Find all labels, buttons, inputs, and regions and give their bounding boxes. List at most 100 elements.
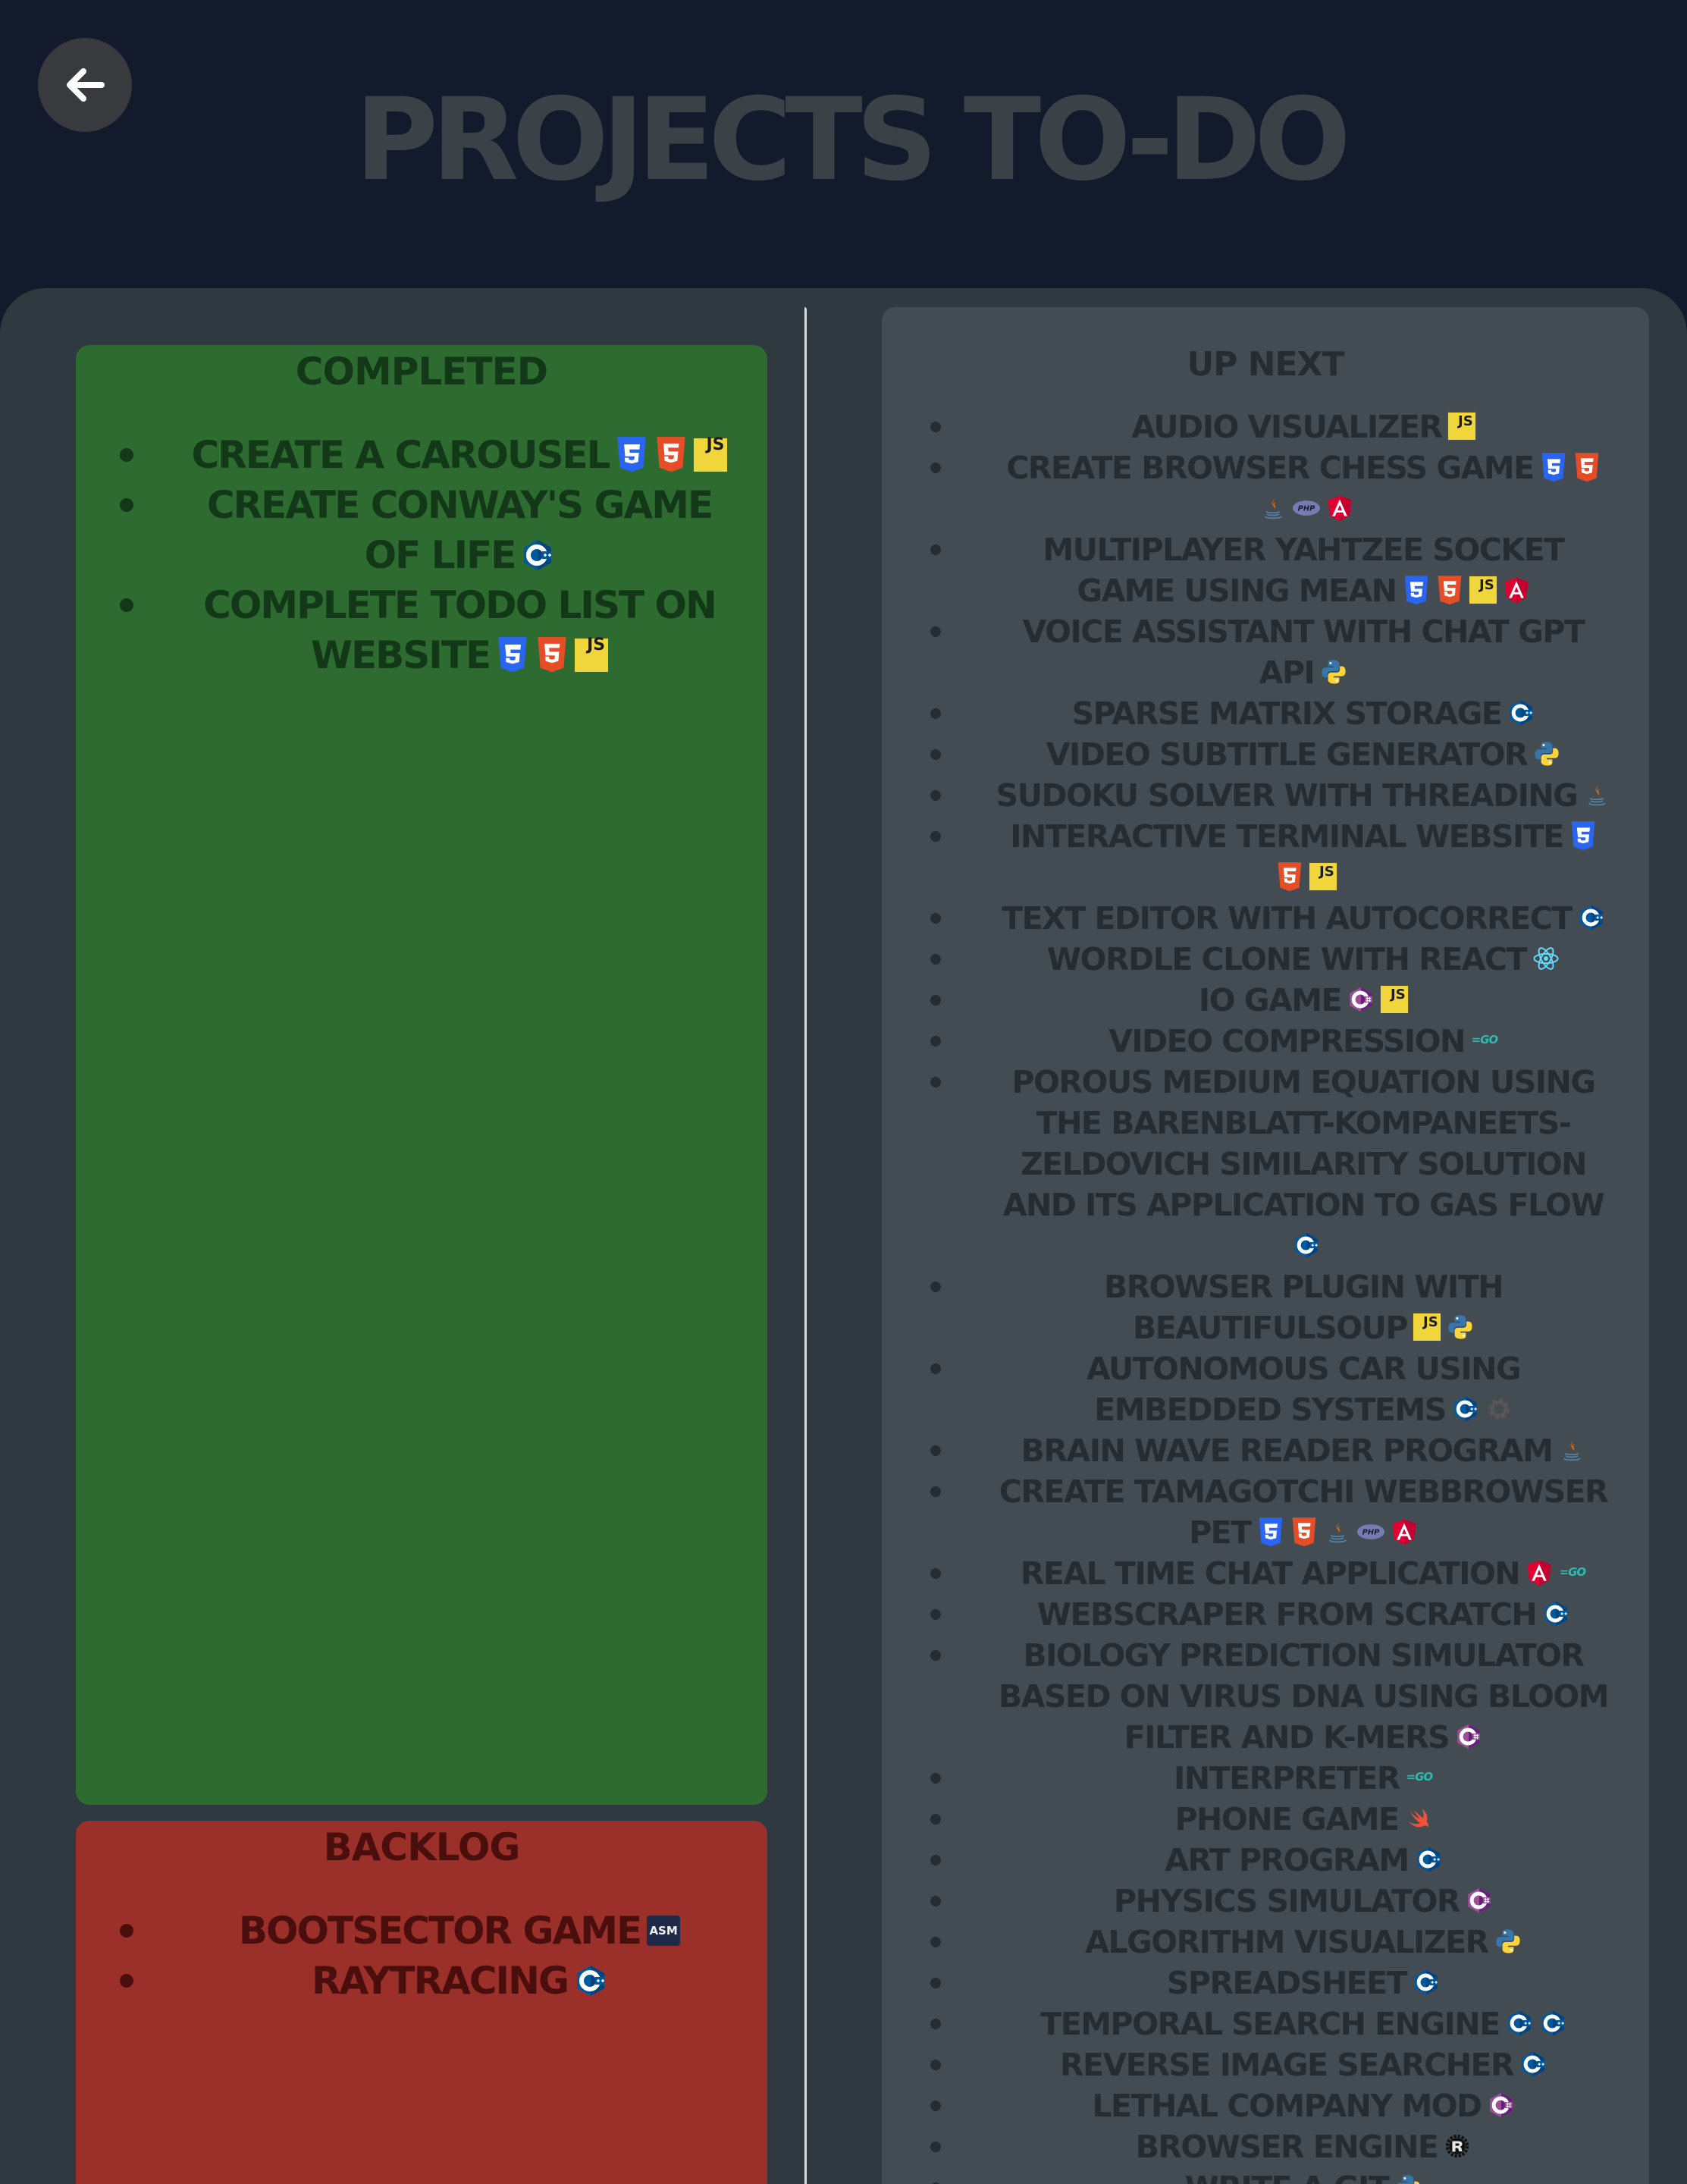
list-item: Art Program xyxy=(930,1840,1611,1881)
list-item: Phone Game xyxy=(930,1799,1611,1840)
cpp-icon xyxy=(1506,2010,1533,2037)
assembly-icon: ASM xyxy=(647,1915,681,1946)
python-icon xyxy=(1394,2173,1422,2184)
javascript-icon: JS xyxy=(1469,576,1497,604)
list-item: Reverse Image Searcher xyxy=(930,2044,1611,2085)
cpp-icon xyxy=(1452,1395,1479,1423)
cpp-icon xyxy=(1415,1846,1442,1873)
completed-list: Create a Carousel JS Create Conway's Game … xyxy=(76,430,767,680)
css3-icon xyxy=(1403,576,1430,604)
backlog-title: BACKLOG xyxy=(323,1825,521,1869)
javascript-icon: JS xyxy=(1309,862,1337,891)
angular-icon xyxy=(1503,576,1530,604)
column-divider xyxy=(804,307,807,2184)
item-label: Biology Prediction Simulator Based on Vi… xyxy=(998,1637,1610,1756)
item-label: Write a Git xyxy=(1185,2170,1390,2184)
cpp-icon xyxy=(521,538,554,572)
list-item: Bootsector Game ASM xyxy=(120,1906,737,1956)
list-item: Autonomous Car using Embedded Systems xyxy=(930,1348,1611,1430)
upnext-panel: UP NEXT Audio Visualizer JS Create Browser… xyxy=(882,307,1649,2184)
item-label: Webscraper from Scratch xyxy=(1036,1596,1538,1633)
item-label: Sparse Matrix Storage xyxy=(1071,695,1503,732)
react-icon xyxy=(1532,945,1560,972)
javascript-icon: JS xyxy=(1413,1313,1441,1341)
list-item: Biology Prediction Simulator Based on Vi… xyxy=(930,1635,1611,1758)
list-item: Lethal Company Mod xyxy=(930,2085,1611,2126)
item-label: Reverse Image Searcher xyxy=(1059,2047,1515,2083)
list-item: Physics Simulator xyxy=(930,1881,1611,1922)
list-item: Interactive Terminal Website JS xyxy=(930,816,1611,898)
css3-icon xyxy=(1569,821,1597,850)
list-item: Multiplayer Yahtzee Socket Game using ME… xyxy=(930,529,1611,611)
completed-title: COMPLETED xyxy=(295,350,548,394)
css3-icon xyxy=(1540,453,1567,482)
list-item: Video Subtitle Generator xyxy=(930,734,1611,775)
item-label: Voice Assistant with Chat GPT API xyxy=(1022,613,1585,691)
upnext-title: UP NEXT xyxy=(1187,345,1344,384)
list-item: Video Compression =GO xyxy=(930,1021,1611,1062)
list-item: Create Browser Chess Game php xyxy=(930,447,1611,529)
item-label: Interactive Terminal Website xyxy=(1010,818,1564,855)
gear-icon xyxy=(1485,1395,1513,1423)
html5-icon xyxy=(1573,453,1601,482)
list-item: Interpreter =GO xyxy=(930,1758,1611,1799)
list-item: Temporal Search Engine xyxy=(930,2004,1611,2044)
javascript-icon: JS xyxy=(1447,412,1475,441)
python-icon xyxy=(1447,1313,1474,1341)
item-label: Brain Wave Reader Program xyxy=(1021,1432,1554,1469)
list-item: Write a Git xyxy=(930,2167,1611,2184)
angular-icon xyxy=(1526,1559,1553,1586)
item-label: Sudoku Solver with Threading xyxy=(996,777,1579,814)
rust-icon xyxy=(1444,2132,1471,2160)
list-item: Browser Engine xyxy=(930,2126,1611,2167)
python-icon xyxy=(1494,1928,1522,1955)
java-icon xyxy=(1259,494,1287,522)
item-label: Lethal Company Mod xyxy=(1092,2088,1482,2124)
item-label: Physics Simulator xyxy=(1114,1883,1460,1919)
php-icon: php xyxy=(1356,1524,1384,1539)
html5-icon xyxy=(535,637,569,673)
item-label: Audio Visualizer xyxy=(1131,409,1443,445)
css3-icon xyxy=(496,637,529,673)
list-item: Raytracing xyxy=(120,1956,737,2006)
cpp-icon xyxy=(1578,904,1605,931)
javascript-icon: JS xyxy=(575,635,609,672)
list-item: Real Time Chat Application =GO xyxy=(930,1553,1611,1594)
list-item: Porous Medium Equation using the Barenbl… xyxy=(930,1062,1611,1266)
cpp-icon xyxy=(1519,2051,1547,2078)
cpp-icon xyxy=(574,1964,607,1997)
item-label: IO Game xyxy=(1198,982,1343,1018)
list-item: Browser Plugin with BeautifulSoup JS xyxy=(930,1266,1611,1348)
angular-icon xyxy=(1326,494,1353,522)
go-icon: =GO xyxy=(1559,1565,1586,1580)
item-label: Text Editor with Autocorrect xyxy=(1002,900,1573,937)
list-item: Create Conway's Game of Life xyxy=(120,480,737,580)
item-label: Video Compression xyxy=(1108,1023,1466,1059)
item-label: Real Time Chat Application xyxy=(1020,1555,1521,1592)
page: PROJECTS TO-DO COMPLETED Create a Carous… xyxy=(0,0,1687,2184)
html5-icon xyxy=(1436,576,1463,604)
backlog-list: Bootsector Game ASM Raytracing xyxy=(76,1906,767,2006)
item-label: Interpreter xyxy=(1174,1760,1400,1796)
javascript-icon: JS xyxy=(694,435,728,472)
backlog-panel: BACKLOG Bootsector Game ASM Raytracing xyxy=(76,1821,767,2184)
item-label: Porous Medium Equation using the Barenbl… xyxy=(1002,1064,1605,1223)
list-item: Create a Carousel JS xyxy=(120,430,737,480)
csharp-icon xyxy=(1347,986,1375,1013)
cpp-icon xyxy=(1539,2010,1566,2037)
item-label: Raytracing xyxy=(311,1959,569,2003)
cpp-icon xyxy=(1507,699,1535,726)
completed-panel: COMPLETED Create a Carousel JS Create Conw… xyxy=(76,345,767,1805)
item-label: Create a Carousel xyxy=(191,433,611,477)
java-icon xyxy=(1583,781,1610,808)
swift-icon xyxy=(1404,1805,1431,1832)
javascript-icon: JS xyxy=(1380,985,1409,1014)
back-button[interactable] xyxy=(38,38,132,132)
html5-icon xyxy=(1290,1517,1318,1546)
list-item: Sudoku Solver with Threading xyxy=(930,775,1611,816)
list-item: Spreadsheet xyxy=(930,1963,1611,2004)
item-label: Browser Plugin with BeautifulSoup xyxy=(1103,1269,1504,1346)
arrow-left-icon xyxy=(67,68,105,102)
page-title: PROJECTS TO-DO xyxy=(355,74,1351,206)
list-item: Webscraper from Scratch xyxy=(930,1594,1611,1635)
